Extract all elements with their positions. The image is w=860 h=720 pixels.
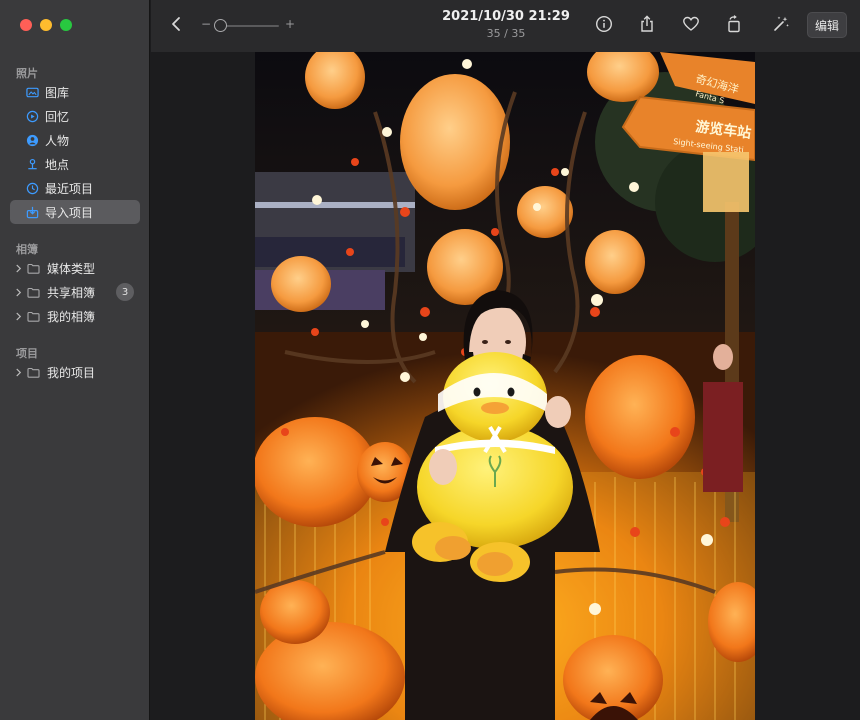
folder-icon xyxy=(27,263,40,274)
folder-icon xyxy=(27,287,40,298)
photo[interactable]: 奇幻海洋 Fanta S 游览车站 Sight-seeing Stati xyxy=(255,52,755,720)
sidebar-item-label: 媒体类型 xyxy=(47,261,96,276)
sidebar-item-library[interactable]: 图库 xyxy=(10,80,140,104)
places-icon xyxy=(25,157,39,171)
info-button[interactable] xyxy=(592,14,616,38)
sidebar-item-media-types[interactable]: 媒体类型 xyxy=(10,256,140,280)
magic-wand-icon xyxy=(772,15,790,37)
chevron-right-icon[interactable] xyxy=(15,368,25,377)
chevron-right-icon[interactable] xyxy=(15,264,25,273)
rotate-button[interactable] xyxy=(722,14,746,38)
sidebar-item-label: 我的项目 xyxy=(47,365,96,380)
section-title-photos: 照片 xyxy=(16,67,38,80)
sidebar-item-places[interactable]: 地点 xyxy=(10,152,140,176)
photo-viewer: 奇幻海洋 Fanta S 游览车站 Sight-seeing Stati xyxy=(151,52,860,720)
info-icon xyxy=(595,15,613,37)
chevron-right-icon[interactable] xyxy=(15,288,25,297)
edit-button[interactable]: 编辑 xyxy=(807,12,847,38)
back-button[interactable] xyxy=(165,14,189,38)
share-button[interactable] xyxy=(635,14,659,38)
toolbar: − + 2021/10/30 21:29 35 / 35 编辑 xyxy=(151,0,860,52)
sidebar-item-label: 我的相簿 xyxy=(47,309,96,324)
sidebar-item-my-projects[interactable]: 我的项目 xyxy=(10,360,140,384)
share-icon xyxy=(638,15,656,37)
library-icon xyxy=(25,85,39,99)
photo-image: 奇幻海洋 Fanta S 游览车站 Sight-seeing Stati xyxy=(255,52,755,720)
zoom-out-icon[interactable]: − xyxy=(201,17,211,31)
chevron-left-icon xyxy=(168,15,186,37)
sidebar-item-my-albums[interactable]: 我的相簿 xyxy=(10,304,140,328)
sidebar-item-people[interactable]: 人物 xyxy=(10,128,140,152)
chevron-right-icon[interactable] xyxy=(15,312,25,321)
zoom-slider-knob[interactable] xyxy=(214,19,227,32)
zoom-in-icon[interactable]: + xyxy=(285,17,295,31)
auto-enhance-button[interactable] xyxy=(769,14,793,38)
folder-icon xyxy=(27,367,40,378)
sidebar-item-recent[interactable]: 最近项目 xyxy=(10,176,140,200)
sidebar-item-label: 图库 xyxy=(45,85,70,100)
sidebar: 照片 图库 回忆 人物 地点 最近项目 导入项目 相簿 媒体类型 共享相簿 3 … xyxy=(0,0,150,720)
sidebar-item-shared-albums[interactable]: 共享相簿 3 xyxy=(10,280,140,304)
folder-icon xyxy=(27,311,40,322)
sidebar-item-label: 导入项目 xyxy=(45,205,94,220)
photo-date: 2021/10/30 21:29 xyxy=(442,9,570,24)
window-controls xyxy=(20,19,72,31)
sidebar-item-label: 最近项目 xyxy=(45,181,94,196)
sidebar-item-label: 共享相簿 xyxy=(47,285,96,300)
people-icon xyxy=(25,133,39,147)
shared-albums-badge: 3 xyxy=(116,283,134,301)
section-title-albums: 相簿 xyxy=(16,243,38,256)
close-window-button[interactable] xyxy=(20,19,32,31)
sidebar-item-label: 人物 xyxy=(45,133,70,148)
memories-icon xyxy=(25,109,39,123)
zoom-window-button[interactable] xyxy=(60,19,72,31)
photo-counter: 35 / 35 xyxy=(486,27,526,40)
favorite-button[interactable] xyxy=(679,14,703,38)
sidebar-item-memories[interactable]: 回忆 xyxy=(10,104,140,128)
sidebar-item-import[interactable]: 导入项目 xyxy=(10,200,140,224)
import-icon xyxy=(25,205,39,219)
section-title-projects: 项目 xyxy=(16,347,38,360)
minimize-window-button[interactable] xyxy=(40,19,52,31)
rotate-icon xyxy=(725,15,743,37)
sidebar-item-label: 回忆 xyxy=(45,109,70,124)
heart-icon xyxy=(682,15,700,37)
sidebar-item-label: 地点 xyxy=(45,157,70,172)
recent-icon xyxy=(25,181,39,195)
